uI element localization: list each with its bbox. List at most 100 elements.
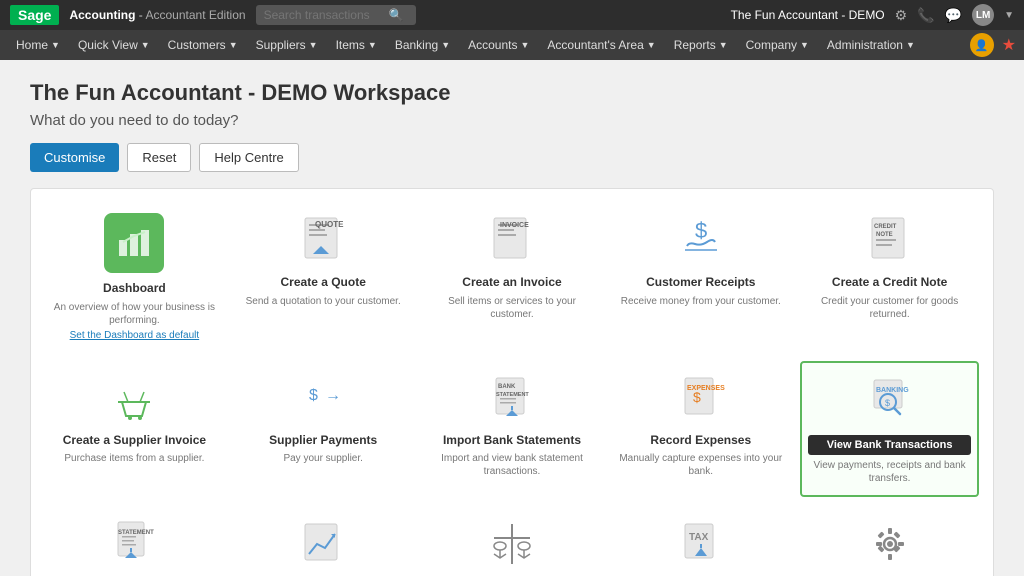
banking-icon: BANKING $ (863, 373, 917, 427)
cards-container: Dashboard An overview of how your busine… (30, 188, 994, 576)
card-credit-note[interactable]: CREDIT NOTE Create a Credit Note Credit … (800, 203, 979, 351)
credit-note-icon: CREDIT NOTE (863, 213, 917, 267)
card-dashboard[interactable]: Dashboard An overview of how your busine… (45, 203, 224, 351)
card-supplier-payments[interactable]: $ → Supplier Payments Pay your supplier. (234, 361, 413, 497)
card-customer-receipts[interactable]: $ Customer Receipts Receive money from y… (611, 203, 790, 351)
svg-text:STATEMENT: STATEMENT (118, 530, 154, 536)
svg-text:BANK: BANK (498, 384, 516, 390)
nav-reports[interactable]: Reports ▼ (666, 33, 736, 57)
card-record-expenses-title: Record Expenses (650, 433, 751, 449)
nav-administration[interactable]: Administration ▼ (819, 33, 923, 57)
nav-accountants-area-label: Accountant's Area (547, 38, 643, 52)
card-vat-return[interactable]: TAX Prepare your VAT Return (611, 507, 790, 576)
svg-text:NOTE: NOTE (876, 232, 893, 238)
nav-quickview[interactable]: Quick View ▼ (70, 33, 158, 57)
nav-accounts-label: Accounts (468, 38, 517, 52)
nav-suppliers[interactable]: Suppliers ▼ (248, 33, 326, 57)
card-supplier-invoice[interactable]: Create a Supplier Invoice Purchase items… (45, 361, 224, 497)
cards-grid: Dashboard An overview of how your busine… (45, 203, 979, 576)
search-input[interactable] (264, 8, 384, 22)
card-dashboard-title: Dashboard (103, 281, 166, 297)
nav-accountants-area[interactable]: Accountant's Area ▼ (539, 33, 663, 57)
svg-text:INVOICE: INVOICE (500, 222, 529, 229)
nav-quickview-label: Quick View (78, 38, 138, 52)
nav-items-label: Items (336, 38, 365, 52)
card-import-bank-title: Import Bank Statements (443, 433, 581, 449)
card-create-quote-desc: Send a quotation to your customer. (246, 295, 401, 308)
reset-button[interactable]: Reset (127, 143, 191, 172)
nav-reports-label: Reports (674, 38, 716, 52)
search-box[interactable]: 🔍 (256, 5, 416, 25)
nav-bar-right: 👤 ★ (970, 33, 1016, 57)
card-create-quote[interactable]: QUOTE Create a Quote Send a quotation to… (234, 203, 413, 351)
nav-accounts[interactable]: Accounts ▼ (460, 33, 537, 57)
svg-text:$: $ (693, 389, 701, 405)
card-record-expenses[interactable]: EXPENSES $ Record Expenses Manually capt… (611, 361, 790, 497)
action-buttons: Customise Reset Help Centre (30, 143, 994, 172)
nav-bar: Home ▼ Quick View ▼ Customers ▼ Supplier… (0, 30, 1024, 60)
card-create-invoice[interactable]: INVOICE Create an Invoice Sell items or … (423, 203, 602, 351)
settings-icon[interactable]: ⚙ (895, 7, 908, 24)
company-name: The Fun Accountant - DEMO (731, 8, 885, 22)
nav-banking-arrow: ▼ (441, 40, 450, 50)
quote-icon: QUOTE (296, 213, 350, 267)
svg-text:STATEMENT: STATEMENT (496, 392, 529, 398)
card-create-invoice-desc: Sell items or services to your customer. (429, 295, 596, 321)
card-send-customer[interactable]: STATEMENT Send Customer (45, 507, 224, 576)
dropdown-arrow-icon[interactable]: ▼ (1004, 10, 1014, 21)
card-dashboard-link[interactable]: Set the Dashboard as default (70, 330, 200, 341)
dashboard-icon (104, 213, 164, 273)
nav-accounts-arrow: ▼ (520, 40, 529, 50)
workspace-subtitle: What do you need to do today? (30, 112, 994, 129)
card-profit-loss[interactable]: Profit and Loss (234, 507, 413, 576)
settings-gear-icon (863, 517, 917, 571)
card-view-bank[interactable]: BANKING $ View Bank Transactions View pa… (800, 361, 979, 497)
svg-text:CREDIT: CREDIT (874, 224, 897, 230)
nav-company[interactable]: Company ▼ (738, 33, 817, 57)
phone-icon[interactable]: 📞 (917, 7, 934, 24)
statement-icon: STATEMENT (107, 517, 161, 571)
svg-text:BANKING: BANKING (876, 387, 909, 394)
card-company-settings[interactable]: Change Company Settings (800, 507, 979, 576)
svg-text:$: $ (695, 218, 707, 243)
card-import-bank[interactable]: BANK STATEMENT Import Bank Statements Im… (423, 361, 602, 497)
card-record-expenses-desc: Manually capture expenses into your bank… (617, 452, 784, 478)
tax-icon: TAX (674, 517, 728, 571)
nav-home-label: Home (16, 38, 48, 52)
nav-items[interactable]: Items ▼ (328, 33, 385, 57)
card-dashboard-desc: An overview of how your business is perf… (51, 301, 218, 327)
card-balance-sheet[interactable]: Balance Sheet (423, 507, 602, 576)
favourites-star-icon[interactable]: ★ (1002, 35, 1016, 55)
card-create-quote-title: Create a Quote (281, 275, 366, 291)
nav-administration-arrow: ▼ (906, 40, 915, 50)
invoice-icon: INVOICE (485, 213, 539, 267)
nav-customers[interactable]: Customers ▼ (160, 33, 246, 57)
card-supplier-invoice-title: Create a Supplier Invoice (63, 433, 206, 449)
nav-suppliers-label: Suppliers (256, 38, 306, 52)
nav-suppliers-arrow: ▼ (309, 40, 318, 50)
nav-customers-arrow: ▼ (229, 40, 238, 50)
nav-administration-label: Administration (827, 38, 903, 52)
nav-home-arrow: ▼ (51, 40, 60, 50)
search-icon: 🔍 (389, 8, 404, 22)
nav-reports-arrow: ▼ (719, 40, 728, 50)
card-credit-note-desc: Credit your customer for goods returned. (806, 295, 973, 321)
help-centre-button[interactable]: Help Centre (199, 143, 298, 172)
user-profile-icon[interactable]: 👤 (970, 33, 994, 57)
nav-items-arrow: ▼ (368, 40, 377, 50)
card-supplier-invoice-desc: Purchase items from a supplier. (64, 452, 204, 465)
svg-text:→: → (325, 387, 341, 404)
card-view-bank-desc: View payments, receipts and bank transfe… (808, 459, 971, 485)
nav-banking[interactable]: Banking ▼ (387, 33, 458, 57)
customise-button[interactable]: Customise (30, 143, 119, 172)
card-import-bank-desc: Import and view bank statement transacti… (429, 452, 596, 478)
chat-icon[interactable]: 💬 (945, 7, 962, 24)
avatar[interactable]: LM (972, 4, 994, 26)
bank-statement-icon: BANK STATEMENT (485, 371, 539, 425)
workspace-title: The Fun Accountant - DEMO Workspace (30, 80, 994, 106)
profit-loss-icon (296, 517, 350, 571)
nav-home[interactable]: Home ▼ (8, 33, 68, 57)
top-bar: Sage Accounting - Accountant Edition 🔍 T… (0, 0, 1024, 30)
card-customer-receipts-desc: Receive money from your customer. (621, 295, 781, 308)
card-view-bank-title-bar: View Bank Transactions (808, 435, 971, 455)
